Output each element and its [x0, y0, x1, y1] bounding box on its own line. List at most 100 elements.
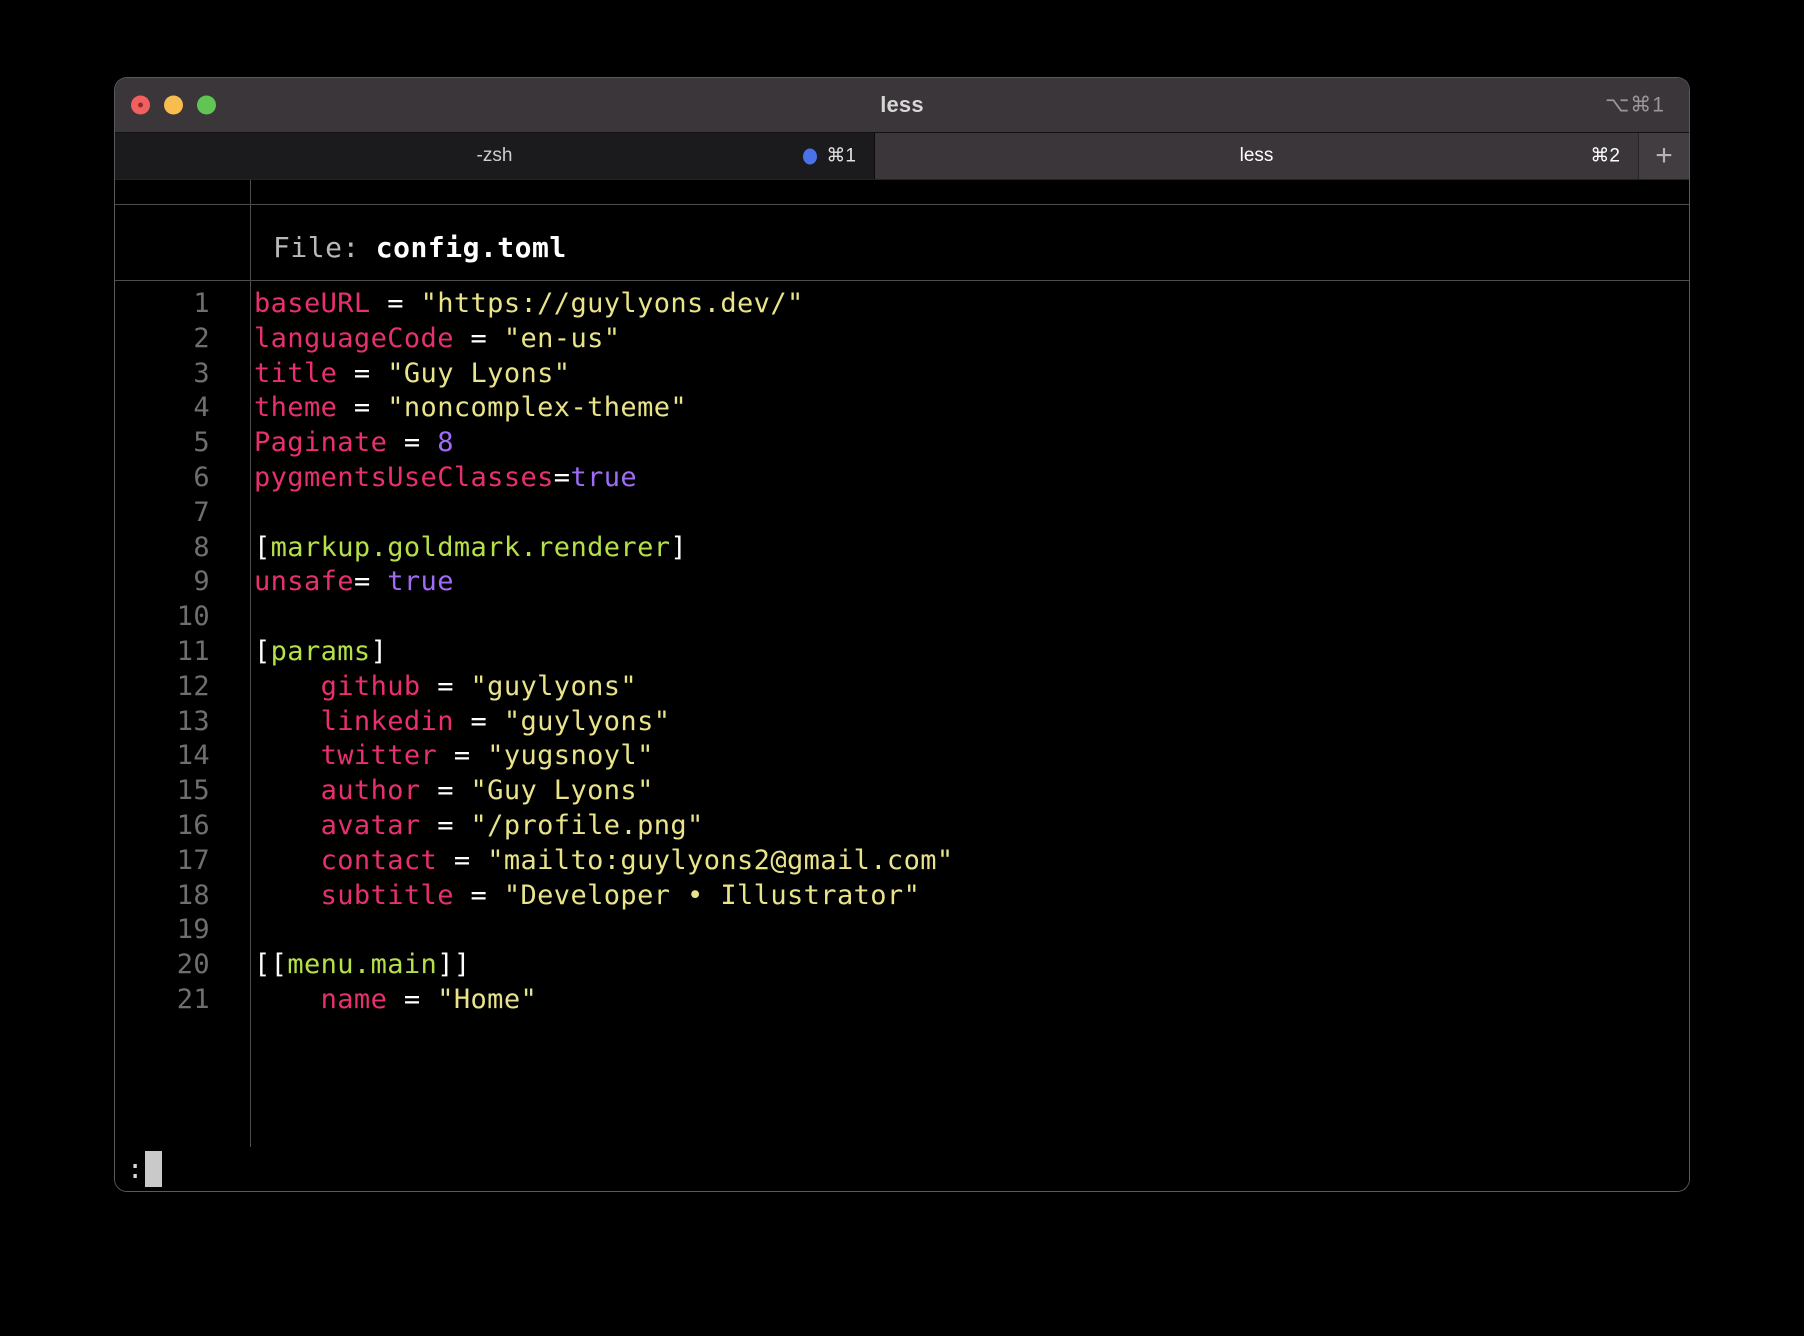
token: "Guy Lyons" — [387, 357, 571, 389]
maximize-button[interactable] — [197, 95, 216, 115]
token: = — [387, 983, 438, 1015]
line-text: pygmentsUseClasses=true — [230, 462, 637, 493]
code-line: 2 languageCode = "en-us" — [115, 323, 1689, 358]
token: true — [387, 566, 454, 598]
line-number: 5 — [193, 427, 210, 459]
token: title — [254, 357, 338, 389]
token: = — [420, 809, 471, 841]
line-number: 4 — [193, 392, 210, 424]
token: pygmentsUseClasses — [254, 461, 554, 493]
line-number: 1 — [193, 288, 210, 319]
line-number: 6 — [193, 461, 210, 493]
tab-zsh-label: -zsh — [476, 145, 513, 166]
line-text: Paginate = 8 — [230, 427, 454, 458]
code-line: 5 Paginate = 8 — [115, 427, 1689, 462]
token: contact — [254, 844, 438, 876]
token: "Developer • Illustrator" — [503, 879, 921, 911]
line-text: languageCode = "en-us" — [230, 323, 620, 354]
token: languageCode — [254, 322, 454, 354]
minimize-button[interactable] — [164, 95, 183, 115]
line-number: 13 — [176, 705, 210, 737]
text-cursor — [145, 1151, 163, 1187]
line-number: 15 — [176, 775, 210, 807]
token: params — [270, 635, 371, 667]
token: "mailto:guylyons2@gmail.com" — [487, 844, 954, 876]
token: "/profile.png" — [470, 809, 704, 841]
window-titlebar: less ⌥⌘1 — [115, 78, 1689, 133]
close-button[interactable] — [131, 95, 150, 115]
token: "yugsnoyl" — [487, 740, 654, 772]
header-rule-top — [115, 204, 1689, 205]
token: [[ — [254, 949, 288, 981]
tab-zsh[interactable]: -zsh ⌘1 — [115, 133, 875, 179]
code-line: 4 theme = "noncomplex-theme" — [115, 392, 1689, 427]
pager-prompt[interactable]: : — [115, 1147, 163, 1191]
token: menu.main — [287, 949, 438, 981]
line-text: author = "Guy Lyons" — [230, 775, 654, 806]
token: = — [337, 357, 388, 389]
token: = — [353, 566, 388, 598]
code-line: 6 pygmentsUseClasses=true — [115, 462, 1689, 497]
line-text: [markup.goldmark.renderer] — [230, 532, 687, 563]
line-text: [params] — [230, 636, 387, 667]
line-number: 20 — [176, 949, 210, 981]
code-line: 20 [[menu.main]] — [115, 949, 1689, 984]
window-shortcut-hint: ⌥⌘1 — [1605, 93, 1665, 117]
token: true — [570, 461, 638, 493]
line-number: 9 — [193, 566, 210, 598]
tab-zsh-meta: ⌘1 — [803, 145, 856, 168]
new-tab-button[interactable]: + — [1638, 133, 1689, 179]
token: author — [254, 775, 421, 807]
code-line: 21 name = "Home" — [115, 984, 1689, 1019]
token: unsafe — [254, 566, 354, 598]
token: = — [420, 670, 471, 702]
line-number: 19 — [176, 914, 210, 946]
line-number: 7 — [193, 496, 210, 528]
line-text: github = "guylyons" — [230, 671, 637, 702]
file-name: config.toml — [375, 230, 567, 264]
token: "Guy Lyons" — [470, 775, 654, 807]
line-text: baseURL = "https://guylyons.dev/" — [230, 288, 804, 319]
terminal-content[interactable]: File: config.toml 1 baseURL = "https://gu… — [115, 180, 1689, 1191]
line-number: 10 — [176, 601, 210, 633]
code-line: 1 baseURL = "https://guylyons.dev/" — [115, 288, 1689, 323]
token: = — [420, 775, 471, 807]
code-line: 18 subtitle = "Developer • Illustrator" — [115, 880, 1689, 915]
token: markup.goldmark.renderer — [270, 531, 671, 563]
code-line: 10 — [115, 601, 1689, 636]
token: = — [453, 705, 504, 737]
code-line: 12 github = "guylyons" — [115, 671, 1689, 706]
tab-bar: -zsh ⌘1 less ⌘2 + — [115, 133, 1689, 180]
line-number: 14 — [176, 740, 210, 772]
code-line: 3 title = "Guy Lyons" — [115, 358, 1689, 393]
activity-dot-icon — [803, 148, 818, 164]
tab-zsh-shortcut: ⌘1 — [826, 145, 856, 167]
file-label: File: — [273, 230, 360, 264]
token: subtitle — [254, 879, 454, 911]
token: = — [437, 740, 488, 772]
token: = — [453, 879, 504, 911]
token: 8 — [437, 427, 454, 459]
token: "noncomplex-theme" — [387, 392, 688, 424]
code-line: 14 twitter = "yugsnoyl" — [115, 740, 1689, 775]
token: ] — [670, 531, 688, 563]
token: = — [437, 844, 488, 876]
token: = — [337, 392, 388, 424]
token: "guylyons" — [503, 705, 671, 737]
token: theme — [254, 392, 338, 424]
code-listing: 1 baseURL = "https://guylyons.dev/" 2 langu… — [115, 288, 1689, 1147]
line-number: 16 — [176, 809, 210, 841]
line-number: 8 — [193, 531, 210, 563]
token: github — [254, 670, 421, 702]
token: baseURL — [254, 288, 371, 319]
token: "en-us" — [503, 322, 621, 354]
line-text: contact = "mailto:guylyons2@gmail.com" — [230, 845, 954, 876]
line-text: [[menu.main]] — [230, 949, 471, 980]
code-line: 8 [markup.goldmark.renderer] — [115, 532, 1689, 567]
code-line: 9 unsafe= true — [115, 566, 1689, 601]
line-text: subtitle = "Developer • Illustrator" — [230, 880, 920, 911]
tab-less[interactable]: less ⌘2 — [875, 133, 1638, 179]
code-line: 13 linkedin = "guylyons" — [115, 706, 1689, 741]
traffic-light-group — [131, 95, 216, 115]
line-number: 12 — [176, 670, 210, 702]
